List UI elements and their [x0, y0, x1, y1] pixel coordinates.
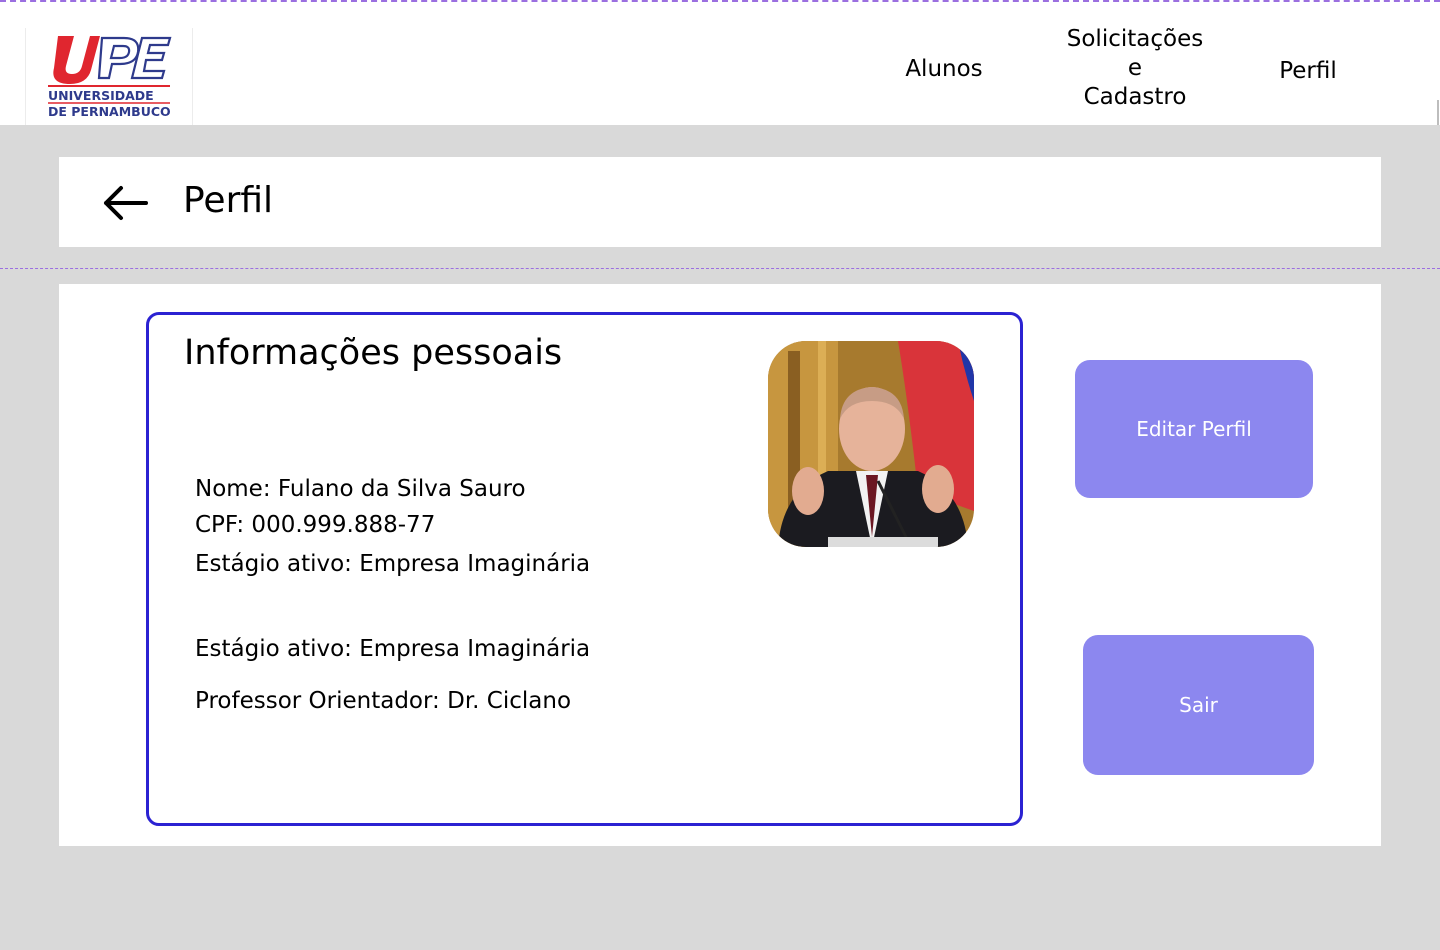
guide-line-middle: [0, 268, 1440, 269]
page-title: Perfil: [183, 180, 274, 221]
edit-profile-button[interactable]: Editar Perfil: [1075, 360, 1313, 498]
scrollbar: [1437, 100, 1439, 125]
arrow-left-icon[interactable]: [102, 184, 148, 222]
nav-perfil[interactable]: Perfil: [1258, 57, 1358, 86]
field-cpf: CPF: 000.999.888-77: [195, 512, 436, 538]
guide-line-top: [0, 0, 1440, 2]
field-professor-orientador: Professor Orientador: Dr. Ciclano: [195, 688, 572, 714]
field-estagio-ativo-2: Estágio ativo: Empresa Imaginária: [195, 636, 591, 662]
logo-line-1: UNIVERSIDADE: [48, 88, 154, 103]
upe-logo[interactable]: UNIVERSIDADE DE PERNAMBUCO: [25, 28, 193, 125]
profile-photo: [768, 341, 974, 547]
field-nome: Nome: Fulano da Silva Sauro: [195, 476, 526, 502]
logout-button[interactable]: Sair: [1083, 635, 1314, 775]
nav-solicitacoes-cadastro[interactable]: Solicitações e Cadastro: [1050, 25, 1220, 112]
logo-line-2: DE PERNAMBUCO: [48, 104, 171, 119]
nav-alunos[interactable]: Alunos: [880, 55, 1008, 84]
personal-info-title: Informações pessoais: [184, 333, 563, 373]
upe-logo-mark: UNIVERSIDADE DE PERNAMBUCO: [48, 36, 172, 119]
top-navigation-bar: [0, 0, 1440, 125]
field-estagio-ativo: Estágio ativo: Empresa Imaginária: [195, 551, 591, 577]
